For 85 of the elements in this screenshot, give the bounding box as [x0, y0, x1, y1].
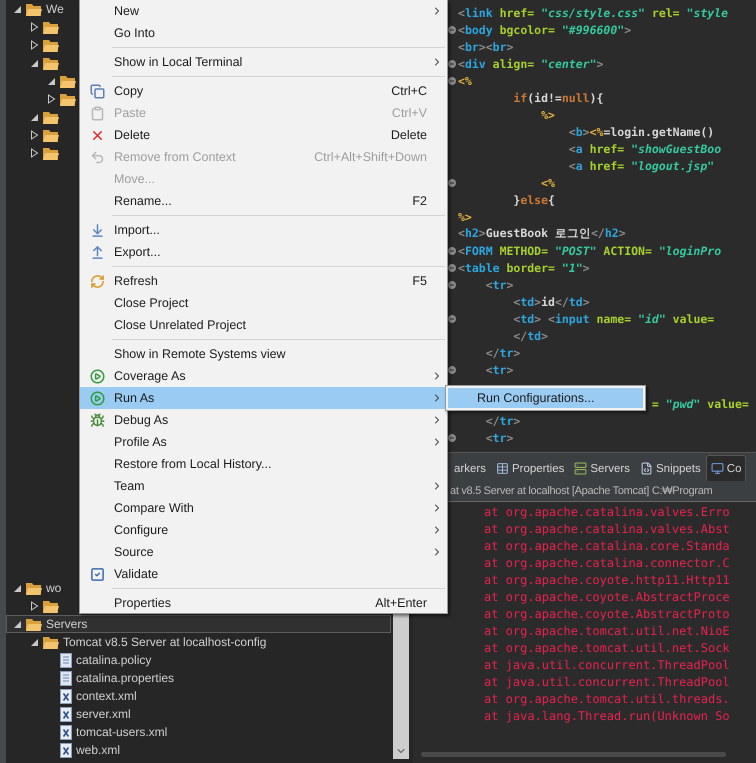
console-line: at java.util.concurrent.ThreadPool	[484, 657, 731, 674]
tree-label: Servers	[46, 617, 88, 631]
code-line: %>	[541, 108, 555, 122]
code-line: }else{	[513, 192, 555, 206]
tree-label: Tomcat v8.5 Server at localhost-config	[63, 635, 266, 649]
code-line: <b><%=login.getName()	[568, 124, 714, 138]
shortcut-text: Ctrl+V	[392, 106, 427, 120]
console-line: at org.apache.tomcat.util.threads.	[484, 691, 731, 708]
tree-label: server.xml	[76, 707, 131, 721]
menu-label: Configure	[114, 523, 170, 537]
console-line: at org.apache.coyote.http11.Http11	[484, 572, 731, 589]
menu-label: Export...	[114, 245, 162, 259]
menu-label: Properties	[114, 596, 172, 610]
tree-label: catalina.policy	[76, 653, 152, 667]
console-line: at java.util.concurrent.ThreadPool	[484, 674, 731, 691]
code-line: <%	[541, 176, 555, 190]
menu-label: New	[114, 4, 140, 18]
console-line: at org.apache.tomcat.util.net.Sock	[484, 640, 731, 657]
console-line: at org.apache.catalina.core.Standa	[484, 538, 731, 555]
menu-label: Move...	[114, 172, 156, 186]
tab-label: Servers	[590, 462, 630, 474]
menu-label: Close Unrelated Project	[114, 318, 248, 332]
shortcut-text: F5	[412, 274, 427, 288]
code-line: <td>id</td>	[513, 294, 590, 308]
tree-label: context.xml	[76, 689, 137, 703]
tree-label: tomcat-users.xml	[76, 725, 168, 739]
tree-label: We	[46, 2, 64, 16]
tree-label: web.xml	[76, 743, 120, 757]
menu-label: Compare With	[114, 501, 195, 515]
menu-label: Go Into	[114, 26, 156, 40]
menu-label: Import...	[114, 223, 161, 237]
code-line: <tr>	[486, 362, 514, 376]
tree-label: wo	[46, 581, 62, 595]
menu-label: Close Project	[114, 296, 190, 310]
menu-label: Source	[114, 545, 155, 559]
menu-label: Copy	[114, 84, 144, 98]
menu-label: Restore from Local History...	[114, 457, 272, 471]
menu-label: Team	[114, 479, 146, 493]
console-line: at java.lang.Thread.run(Unknown So	[484, 708, 731, 725]
code-line: <link href= "css/style.css" rel= "style	[458, 6, 728, 20]
code-line: %>	[458, 210, 472, 224]
code-line: <br><br>	[458, 40, 514, 54]
code-line: <a href= "logout.jsp"	[568, 158, 714, 172]
code-line: <tr>	[486, 430, 514, 444]
code-line: <tr>	[486, 278, 514, 292]
code-line: <h2>GuestBook 로그인</h2>	[458, 226, 626, 241]
shortcut-text: Delete	[390, 128, 427, 142]
menu-label: Refresh	[114, 274, 159, 288]
console-line: at org.apache.coyote.AbstractProce	[484, 589, 731, 606]
shortcut-text: F2	[412, 194, 427, 208]
menu-label: Rename...	[114, 194, 173, 208]
code-line: = "pwd" value=	[652, 396, 749, 410]
code-line: <table border= "1">	[458, 260, 590, 274]
menu-label: Paste	[114, 106, 147, 120]
menu-label: Validate	[114, 567, 160, 581]
shortcut-text: Ctrl+Alt+Shift+Down	[314, 150, 427, 164]
shortcut-text: Ctrl+C	[391, 84, 427, 98]
code-line: <td> <input name= "id" value=	[513, 312, 714, 326]
code-line: <a href= "showGuestBoo	[568, 142, 722, 156]
menu-label: Coverage As	[114, 369, 187, 383]
shortcut-text: Alt+Enter	[375, 596, 427, 610]
menu-label: Remove from Context	[114, 150, 237, 164]
code-line: <%	[458, 74, 472, 88]
console-line: at org.apache.catalina.connector.C	[484, 555, 731, 572]
console-line: at org.apache.coyote.AbstractProto	[484, 606, 731, 623]
menu-label: Show in Local Terminal	[114, 55, 244, 69]
tab-label: Properties	[512, 462, 564, 474]
menu-label: Debug As	[114, 413, 170, 427]
tree-label: catalina.properties	[76, 671, 174, 685]
menu-label: Profile As	[114, 435, 168, 449]
console-line: at org.apache.tomcat.util.net.NioE	[484, 623, 731, 640]
menu-label: Delete	[114, 128, 152, 142]
tab-label: Co	[726, 462, 742, 474]
console-line: at org.apache.catalina.valves.Erro	[484, 504, 731, 521]
menu-label: Run As	[114, 391, 156, 405]
code-line: </tr>	[486, 346, 520, 360]
console-line: at org.apache.catalina.valves.Abst	[484, 521, 731, 538]
code-line: <div align= "center">	[458, 56, 604, 70]
menu-label: Show in Remote Systems view	[114, 347, 287, 361]
code-line: <FORM METHOD= "POST" ACTION= "loginPro	[458, 244, 722, 258]
code-line: </td>	[513, 328, 548, 342]
code-line: <body bgcolor= "#996600">	[458, 22, 632, 36]
code-line: </tr>	[486, 414, 520, 428]
code-line: if(id!=null){	[513, 90, 604, 104]
tab-label: Snippets	[656, 462, 701, 474]
